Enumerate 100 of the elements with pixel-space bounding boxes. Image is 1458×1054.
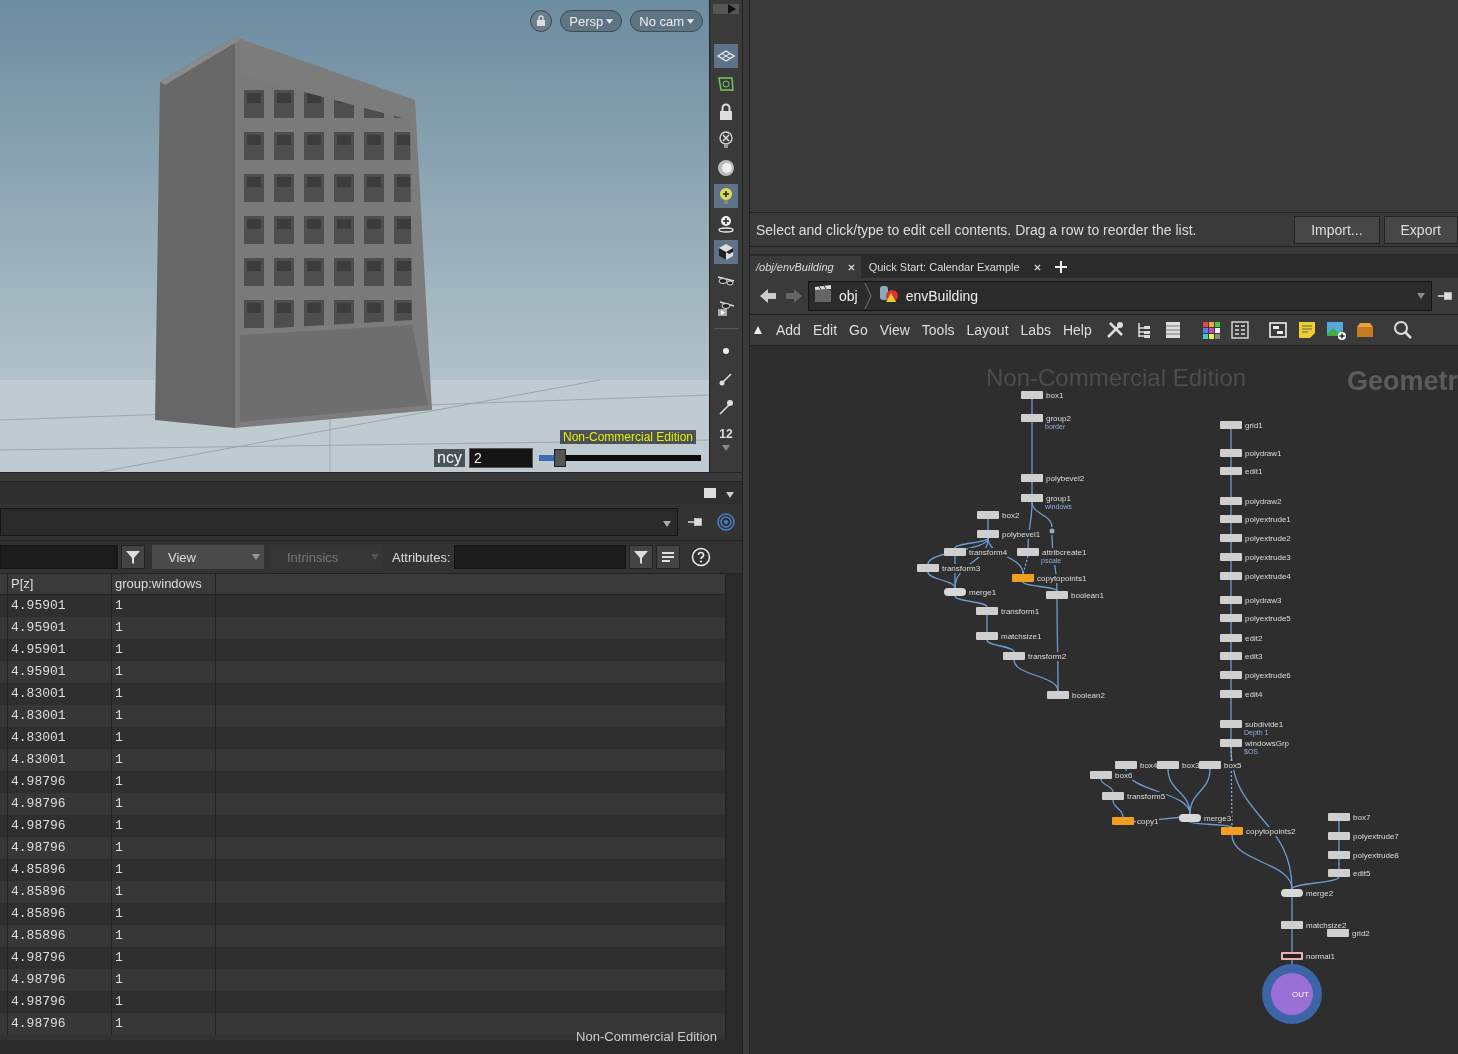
node-tile[interactable]	[1281, 889, 1303, 897]
node-tile[interactable]	[1220, 720, 1242, 728]
close-icon[interactable]	[847, 263, 855, 271]
camera-menu[interactable]: No cam	[630, 10, 704, 32]
node-tile[interactable]	[1281, 921, 1303, 929]
node-tile[interactable]	[1046, 591, 1068, 599]
node-tile[interactable]	[1220, 553, 1242, 561]
scrollbar[interactable]	[725, 574, 742, 1040]
node-tile[interactable]	[1220, 449, 1242, 457]
node-tile[interactable]	[1220, 739, 1242, 747]
column-header[interactable]: P[z]	[8, 574, 112, 594]
node-tile[interactable]	[1328, 869, 1350, 877]
node-tile[interactable]	[1327, 929, 1349, 937]
menu-item[interactable]: Add	[770, 322, 807, 338]
wire-dot[interactable]	[1049, 528, 1055, 534]
path-crumb[interactable]: obj	[839, 288, 858, 304]
path-crumb[interactable]: envBuilding	[905, 288, 979, 304]
node-label: merge3	[1203, 814, 1233, 823]
target-icon[interactable]	[714, 510, 738, 534]
node-wire	[1230, 727, 1232, 740]
collapse-arrow-icon[interactable]	[754, 326, 762, 334]
node-label: polyextrude3	[1244, 553, 1292, 562]
node-tile[interactable]	[1112, 817, 1134, 825]
node-tile[interactable]	[1003, 652, 1025, 660]
node-tile[interactable]	[1090, 771, 1112, 779]
node-tile[interactable]	[1328, 832, 1350, 840]
node-tile[interactable]	[1328, 851, 1350, 859]
attribute-dropdown[interactable]: View	[152, 545, 264, 569]
slider-thumb[interactable]	[553, 449, 566, 467]
node-tile[interactable]	[1102, 792, 1124, 800]
node-tile[interactable]	[1047, 691, 1069, 699]
projection-menu[interactable]: Persp	[560, 10, 623, 32]
node-wire	[1230, 474, 1232, 498]
node-tile[interactable]	[1220, 614, 1242, 622]
filter-field[interactable]	[0, 545, 118, 569]
column-header[interactable]: group:windows	[112, 574, 216, 594]
node-tile[interactable]	[1220, 572, 1242, 580]
node-tile[interactable]	[1021, 391, 1043, 399]
node-tile[interactable]	[1115, 761, 1137, 769]
node-wire	[1230, 697, 1232, 721]
menu-item[interactable]: Edit	[806, 322, 844, 338]
node-tile[interactable]	[1328, 813, 1350, 821]
node-tile[interactable]	[1199, 761, 1221, 769]
node-tile[interactable]	[1220, 671, 1242, 679]
node-tile[interactable]	[1220, 690, 1242, 698]
node-label: polybevel1	[1001, 530, 1042, 539]
node-tile[interactable]	[1221, 827, 1243, 835]
bulb-plus-icon[interactable]	[714, 184, 738, 208]
node-tile[interactable]	[1220, 421, 1242, 429]
menu-item[interactable]: Help	[1056, 322, 1098, 338]
grid-plane-icon[interactable]	[714, 44, 738, 68]
node-tile[interactable]	[1220, 467, 1242, 475]
path-field[interactable]	[0, 508, 678, 536]
node-label: polydraw2	[1244, 497, 1283, 506]
node-label: polyextrude7	[1352, 832, 1400, 841]
node-tile[interactable]	[1220, 497, 1242, 505]
menu-item[interactable]: Go	[843, 322, 874, 338]
node-label: boolean2	[1071, 691, 1106, 700]
node-tile[interactable]	[1021, 494, 1043, 502]
output-node[interactable]: OUT	[1262, 964, 1322, 1024]
menu-item[interactable]: Layout	[960, 322, 1015, 338]
node-tile[interactable]	[944, 548, 966, 556]
menu-item[interactable]: Tools	[915, 322, 961, 338]
filter-icon[interactable]	[628, 545, 653, 569]
panel-button[interactable]: Import...	[1294, 215, 1380, 244]
node-tile[interactable]	[1220, 515, 1242, 523]
node-label: transform4	[968, 548, 1009, 557]
node-tile[interactable]	[1281, 952, 1303, 960]
panel-button[interactable]: Export	[1383, 215, 1458, 244]
node-tile[interactable]	[1220, 634, 1242, 642]
parameter-field[interactable]: 2	[468, 448, 533, 468]
attributes-field[interactable]	[453, 545, 626, 569]
node-label: edit2	[1244, 634, 1264, 643]
filter-icon[interactable]	[121, 545, 145, 569]
node-tile[interactable]	[1017, 548, 1039, 556]
menu-item[interactable]: Labs	[1014, 322, 1057, 338]
node-tile[interactable]	[1021, 414, 1043, 422]
square-icon[interactable]	[704, 488, 716, 498]
node-tile[interactable]	[1220, 652, 1242, 660]
node-tile[interactable]	[1220, 534, 1242, 542]
node-tile[interactable]	[1012, 574, 1034, 582]
close-icon[interactable]	[1033, 263, 1041, 271]
node-tile[interactable]	[977, 511, 999, 519]
node-tile[interactable]	[1179, 814, 1201, 822]
node-tile[interactable]	[944, 588, 966, 596]
node-tile[interactable]	[1021, 474, 1043, 482]
node-tile[interactable]	[976, 607, 998, 615]
list-icon[interactable]	[655, 545, 680, 569]
checker-cube-icon[interactable]	[714, 240, 738, 264]
node-wire	[1230, 579, 1232, 597]
node-label: windowsGrp	[1244, 739, 1290, 748]
node-tile[interactable]	[976, 632, 998, 640]
node-tile[interactable]	[1157, 761, 1179, 769]
menu-item[interactable]: View	[873, 322, 916, 338]
node-tile[interactable]	[1220, 596, 1242, 604]
node-tile[interactable]	[977, 530, 999, 538]
path-field[interactable]: obj envBuilding	[808, 281, 1432, 311]
pane-tab[interactable]: /obj/envBuilding	[750, 256, 861, 278]
node-tile[interactable]	[917, 564, 939, 572]
node-label: polydraw1	[1244, 449, 1283, 458]
